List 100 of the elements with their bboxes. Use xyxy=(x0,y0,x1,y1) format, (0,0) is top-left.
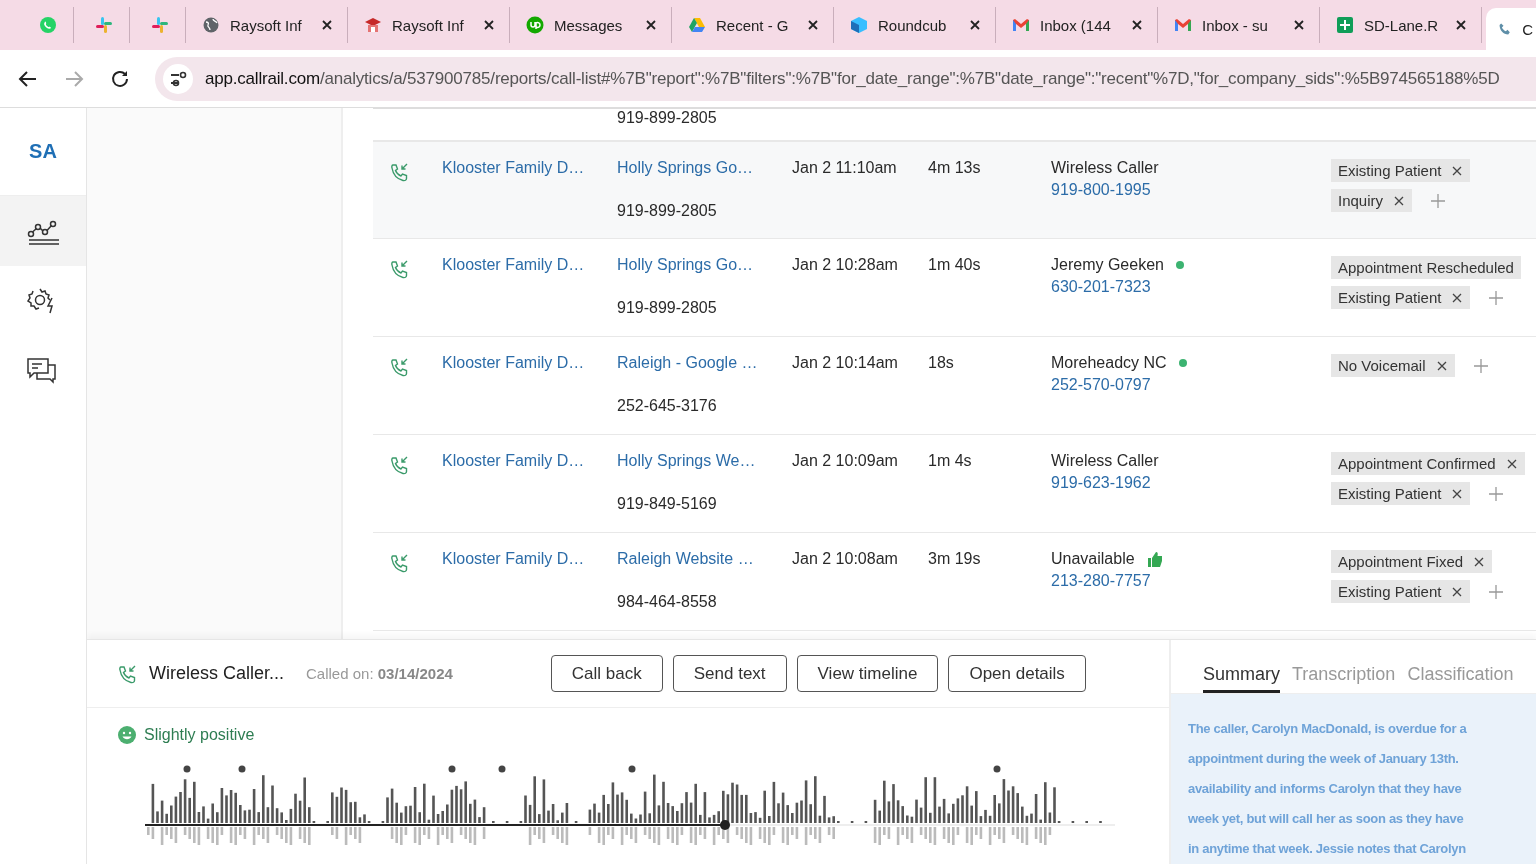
tag: Appointment Confirmed xyxy=(1331,452,1525,475)
tracking-number: 919-899-2805 xyxy=(617,109,718,127)
caller-name: Moreheadcy NC xyxy=(1051,354,1167,372)
summary-text: week yet, but will call her as soon as they have xyxy=(1188,810,1465,828)
caller-name: Unavailable xyxy=(1051,550,1135,568)
site-info-icon[interactable] xyxy=(163,63,193,94)
remove-icon[interactable] xyxy=(1451,291,1464,304)
call-date: Jan 2 10:14am xyxy=(792,354,899,372)
call-date: Jan 2 10:28am xyxy=(792,256,899,274)
incoming-call-icon xyxy=(117,663,137,684)
thumbs-up-icon xyxy=(1146,550,1163,568)
call-duration: 3m 19s xyxy=(928,550,982,568)
cube-icon xyxy=(850,16,868,34)
tag: Inquiry xyxy=(1331,189,1413,212)
sidebar-item[interactable] xyxy=(0,196,86,266)
browser-tab[interactable]: Raysoft Inf xyxy=(190,7,348,43)
action-button[interactable]: Send text xyxy=(672,655,787,692)
incoming-call-icon xyxy=(389,357,409,377)
source-link[interactable]: Holly Springs Go… xyxy=(617,159,754,177)
remove-icon[interactable] xyxy=(1473,555,1486,568)
browser-tab[interactable]: Recent - G xyxy=(676,7,834,43)
remove-icon[interactable] xyxy=(1451,585,1464,598)
globe-icon xyxy=(202,16,220,34)
call-duration: 4m 13s xyxy=(928,159,982,177)
action-button[interactable]: Call back xyxy=(550,655,663,692)
source-link[interactable]: Raleigh - Google … xyxy=(617,354,758,372)
caller-phone-link[interactable]: 213-280-7757 xyxy=(1051,572,1151,590)
call-date: Jan 2 10:08am xyxy=(792,550,899,568)
incoming-call-icon xyxy=(389,259,409,279)
call-row[interactable]: Klooster Family D… Holly Springs Go… 919-899-2805 Jan 2 10:28am 1m 40s Jeremy Geeken 630-201-7323 Appointment Rescheduled Existing Patient xyxy=(373,239,1536,337)
browser-tab[interactable]: Inbox - su xyxy=(1162,7,1320,43)
tag: Existing Patient xyxy=(1331,482,1471,505)
tag: Appointment Fixed xyxy=(1331,550,1493,573)
smiley-icon xyxy=(117,725,137,745)
caller-name: Wireless Caller xyxy=(1051,159,1159,177)
tracking-number: 252-645-3176 xyxy=(617,397,717,415)
browser-tab[interactable]: Messages xyxy=(514,7,672,43)
upwork-icon xyxy=(526,16,544,34)
browser-tab[interactable]: SD-Lane.R xyxy=(1324,7,1482,43)
remove-icon[interactable] xyxy=(1435,359,1448,372)
summary-text: in anytime that week. Jessie notes that Carolyn xyxy=(1188,840,1467,858)
tracking-number: 919-849-5169 xyxy=(617,495,717,513)
spreadsheet-icon xyxy=(1336,16,1354,34)
remove-icon[interactable] xyxy=(1451,164,1464,177)
call-date: Jan 2 11:10am xyxy=(792,159,898,177)
summary-text: The caller, Carolyn MacDonald, is overdue for a xyxy=(1188,720,1468,738)
source-link[interactable]: Holly Springs We… xyxy=(617,452,756,470)
incoming-call-icon xyxy=(389,455,409,475)
action-button[interactable]: Open details xyxy=(948,655,1086,692)
source-link[interactable]: Raleigh Website … xyxy=(617,550,754,568)
sentiment-label: Slightly positive xyxy=(144,726,255,744)
call-duration: 1m 4s xyxy=(928,452,973,470)
tag: Existing Patient xyxy=(1331,580,1471,603)
triangle-icon xyxy=(688,16,706,34)
summary-text: appointment during the week of January 13th. xyxy=(1188,750,1460,768)
summary-text: availability and informs Carolyn that they have xyxy=(1188,780,1463,798)
call-row[interactable]: Klooster Family D… Holly Springs Go… 919-899-2805 Jan 2 11:10am 4m 13s Wireless Caller 919-800-1995 Existing Patient Inquiry xyxy=(373,141,1536,239)
caller-name: Wireless Caller... xyxy=(149,663,285,684)
whatsapp-icon xyxy=(38,16,57,34)
company-link[interactable]: Klooster Family D… xyxy=(442,550,617,568)
address-bar[interactable]: app.callrail.com/analytics/a/537900785/reports/call-list#%7B"report":%7B"filters":%7B"for_date_range":%7B"date_range":"recent"%7D,"for_company_sids":%5B974565188%5D xyxy=(155,56,1536,101)
tracking-number: 919-899-2805 xyxy=(617,202,717,220)
tag: Appointment Rescheduled xyxy=(1331,256,1521,279)
remove-icon[interactable] xyxy=(1451,487,1464,500)
tag: Existing Patient xyxy=(1331,286,1471,309)
company-link[interactable]: Klooster Family D… xyxy=(442,354,617,372)
status-dot xyxy=(1175,261,1184,269)
browser-tab[interactable]: Raysoft Inf xyxy=(352,7,510,43)
mail-icon xyxy=(1012,16,1030,34)
tag: No Voicemail xyxy=(1331,354,1455,377)
call-duration: 1m 40s xyxy=(928,256,982,274)
caller-phone-link[interactable]: 919-800-1995 xyxy=(1051,181,1151,199)
called-on-date: Called on: 03/14/2024 xyxy=(306,665,453,682)
company-link[interactable]: Klooster Family D… xyxy=(442,256,617,274)
caller-phone-link[interactable]: 919-623-1962 xyxy=(1051,474,1151,492)
tracking-number: 984-464-8558 xyxy=(617,593,717,611)
tag: Existing Patient xyxy=(1331,159,1471,182)
browser-tab[interactable]: Inbox (144 xyxy=(1000,7,1158,43)
caller-phone-link[interactable]: 252-570-0797 xyxy=(1051,376,1151,394)
source-link[interactable]: Holly Springs Go… xyxy=(617,256,754,274)
tracking-number: 919-899-2805 xyxy=(617,299,717,317)
company-link[interactable]: Klooster Family D… xyxy=(442,159,617,177)
caller-name: Jeremy Geeken xyxy=(1051,256,1164,274)
company-link[interactable]: Klooster Family D… xyxy=(442,452,617,470)
slack-icon xyxy=(150,16,169,34)
call-duration: 18s xyxy=(928,354,955,372)
remove-icon[interactable] xyxy=(1505,457,1518,470)
caller-name: Wireless Caller xyxy=(1051,452,1159,470)
call-row[interactable]: Klooster Family D… Holly Springs We… 919-849-5169 Jan 2 10:09am 1m 4s Wireless Caller 919-623-1962 Appointment Confirmed Existing Patient xyxy=(373,435,1536,533)
incoming-call-icon xyxy=(389,162,409,182)
call-row[interactable]: Klooster Family D… Raleigh Website … 984-464-8558 Jan 2 10:08am 3m 19s Unavailable 213-280-7757 Appointment Fixed Existing Patient xyxy=(373,533,1536,631)
browser-tab[interactable]: C xyxy=(1486,8,1536,50)
call-row[interactable]: Klooster Family D… Raleigh - Google … 252-645-3176 Jan 2 10:14am 18s Moreheadcy NC 252-570-0797 No Voicemail xyxy=(373,337,1536,435)
incoming-call-icon xyxy=(389,553,409,573)
remove-icon[interactable] xyxy=(1393,194,1406,207)
school-icon xyxy=(364,16,382,34)
caller-phone-link[interactable]: 630-201-7323 xyxy=(1051,278,1151,296)
action-button[interactable]: View timeline xyxy=(796,655,939,692)
browser-tab[interactable]: Roundcub xyxy=(838,7,996,43)
status-dot xyxy=(1178,359,1187,367)
